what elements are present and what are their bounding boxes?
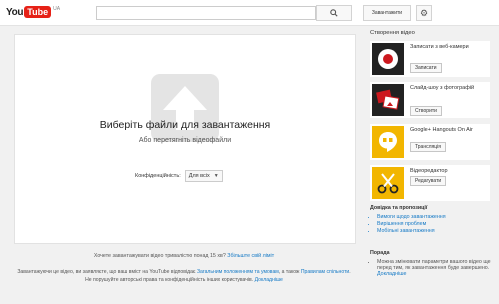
legal-text-2: Не порушуйте авторські права та конфіден… xyxy=(85,277,254,283)
create-videos-heading: Створення відео xyxy=(370,30,415,36)
hangouts-card: Google+ Hangouts On Air Трансляція xyxy=(370,124,490,160)
upload-limit-note: Хочете завантажувати відео тривалістю по… xyxy=(14,253,354,259)
help-title: Довідка та пропозиції xyxy=(370,205,428,211)
privacy-select[interactable]: Для всіх ▼ xyxy=(184,170,223,182)
select-files-title[interactable]: Виберіть файли для завантаження xyxy=(15,119,355,131)
webcam-card-title: Записати з веб-камери xyxy=(410,44,469,50)
increase-limit-link[interactable]: Збільште свій ліміт xyxy=(227,253,274,259)
legal-learn-more-link[interactable]: Докладніше xyxy=(255,277,283,283)
hangouts-card-title: Google+ Hangouts On Air xyxy=(410,127,473,133)
logo-you-text: You xyxy=(6,6,24,18)
hangouts-icon xyxy=(372,126,404,158)
search-input[interactable] xyxy=(96,6,316,20)
create-slideshow-button[interactable]: Створити xyxy=(410,106,442,116)
upload-limit-text: Хочете завантажувати відео тривалістю по… xyxy=(93,253,226,259)
upload-dropzone[interactable]: Виберіть файли для завантаження Або пере… xyxy=(14,34,356,244)
logo-tube-text: Tube xyxy=(24,6,52,18)
upload-arrow-icon[interactable] xyxy=(151,74,219,142)
help-link-troubleshoot[interactable]: Вирішення проблем xyxy=(377,221,490,227)
video-editor-card-title: Відеоредактор xyxy=(410,168,448,174)
settings-button[interactable]: ⚙ xyxy=(416,5,432,21)
slideshow-card: Слайд-шоу з фотографій Створити xyxy=(370,82,490,118)
webcam-record-icon xyxy=(372,43,404,75)
terms-link[interactable]: Загальним положенням та умовам xyxy=(197,269,279,275)
privacy-label: Конфіденційність: xyxy=(135,173,181,179)
masthead: You Tube UA Завантажити ⚙ xyxy=(0,0,499,26)
tip-text: Можна змінювати параметри вашого відео щ… xyxy=(377,259,491,271)
photos-icon xyxy=(372,84,404,116)
legal-text-1: Завантажуючи це відео, ви заявляєте, що … xyxy=(17,269,196,275)
record-button[interactable]: Записати xyxy=(410,63,442,73)
logo-region-text: UA xyxy=(53,6,61,12)
legal-text-mid: , а також xyxy=(278,269,300,275)
broadcast-button[interactable]: Трансляція xyxy=(410,142,446,152)
youtube-logo[interactable]: You Tube UA xyxy=(6,5,60,19)
slideshow-card-title: Слайд-шоу з фотографій xyxy=(410,85,475,91)
privacy-value: Для всіх xyxy=(188,173,210,179)
search-button[interactable] xyxy=(316,5,352,21)
tip-learn-more-link[interactable]: Докладніше xyxy=(377,271,406,277)
search-icon xyxy=(330,9,338,17)
tip-title: Порада xyxy=(370,250,390,256)
community-guidelines-link[interactable]: Правилам спільноти xyxy=(301,269,349,275)
edit-button[interactable]: Редагувати xyxy=(410,176,447,186)
chevron-down-icon: ▼ xyxy=(213,173,219,179)
drag-files-hint: Або перетягніть відеофайли xyxy=(138,137,232,144)
video-editor-card: Відеоредактор Редагувати xyxy=(370,165,490,201)
scissors-icon xyxy=(372,167,404,199)
legal-notice: Завантажуючи це відео, ви заявляєте, що … xyxy=(17,269,351,283)
help-section: Довідка та пропозиції Вимоги щодо завант… xyxy=(370,205,490,235)
gear-icon: ⚙ xyxy=(419,8,429,18)
help-link-requirements[interactable]: Вимоги щодо завантаження xyxy=(377,214,490,220)
upload-button[interactable]: Завантажити xyxy=(363,5,411,21)
tip-section: Порада Можна змінювати параметри вашого … xyxy=(370,250,492,278)
webcam-card: Записати з веб-камери Записати xyxy=(370,41,490,77)
tip-item: Можна змінювати параметри вашого відео щ… xyxy=(377,259,492,277)
privacy-row: Конфіденційність: Для всіх ▼ xyxy=(135,170,223,182)
help-link-mobile[interactable]: Мобільні завантаження xyxy=(377,228,490,234)
